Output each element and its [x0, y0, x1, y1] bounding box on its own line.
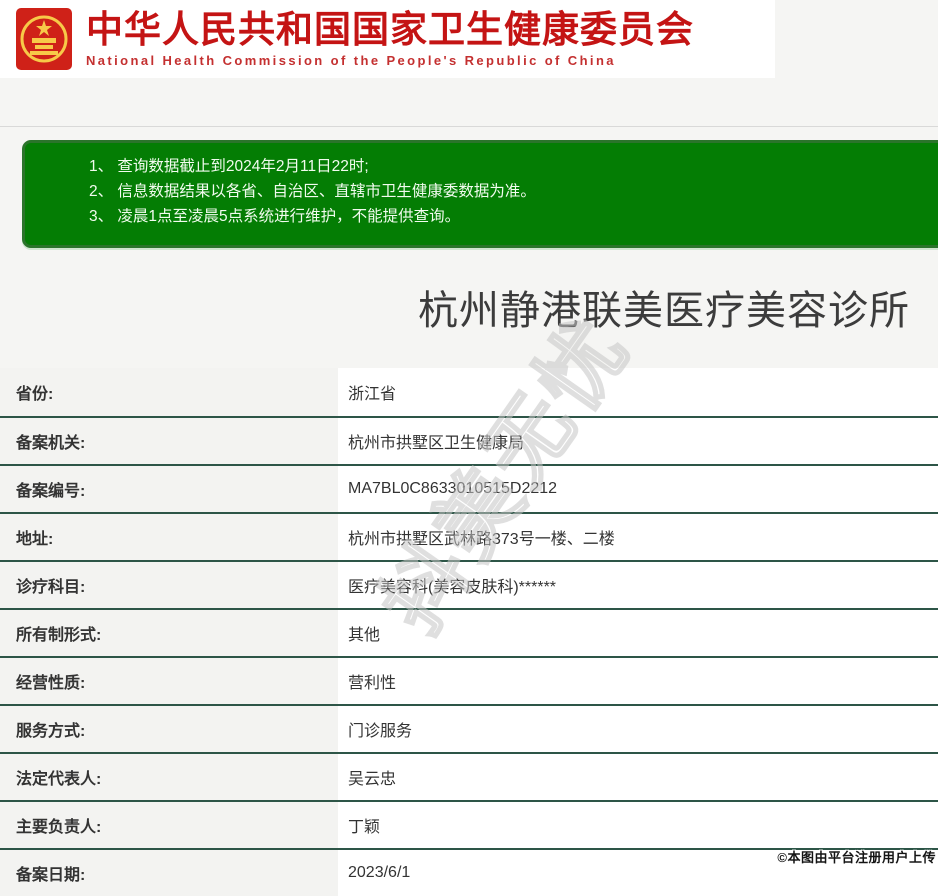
row-label: 主要负责人:	[0, 802, 338, 848]
row-value: 营利性	[348, 675, 397, 692]
row-value: 医疗美容科(美容皮肤科)******	[348, 579, 557, 596]
row-label: 地址:	[0, 514, 338, 560]
upload-credit-note: ©本图由平台注册用户上传	[777, 850, 936, 865]
china-national-emblem-icon	[16, 8, 72, 70]
table-row-province: 省份: 浙江省	[0, 368, 938, 416]
table-row-address: 地址: 杭州市拱墅区武林路373号一楼、二楼	[0, 512, 938, 560]
row-label: 备案日期:	[0, 850, 338, 896]
row-label: 经营性质:	[0, 658, 338, 704]
notice-line-3: 3、 凌晨1点至凌晨5点系统进行维护，不能提供查询。	[89, 208, 461, 225]
query-notice-panel: 1、 查询数据截止到2024年2月11日22时; 2、 信息数据结果以各省、自治…	[22, 140, 938, 248]
row-value: 丁颖	[348, 819, 381, 836]
site-header: 中华人民共和国国家卫生健康委员会 National Health Commiss…	[0, 0, 775, 78]
table-row-medical-subjects: 诊疗科目: 医疗美容科(美容皮肤科)******	[0, 560, 938, 608]
row-label: 省份:	[0, 368, 338, 416]
site-title-chinese: 中华人民共和国国家卫生健康委员会	[86, 9, 694, 50]
table-row-filing-authority: 备案机关: 杭州市拱墅区卫生健康局	[0, 416, 938, 464]
table-row-ownership-form: 所有制形式: 其他	[0, 608, 938, 656]
notice-line-1: 1、 查询数据截止到2024年2月11日22时;	[89, 158, 369, 175]
row-label: 诊疗科目:	[0, 562, 338, 608]
table-row-operating-nature: 经营性质: 营利性	[0, 656, 938, 704]
site-title-english: National Health Commission of the People…	[86, 53, 616, 68]
table-row-main-person-in-charge: 主要负责人: 丁颖	[0, 800, 938, 848]
row-label: 备案机关:	[0, 418, 338, 464]
row-label: 服务方式:	[0, 706, 338, 752]
row-label: 法定代表人:	[0, 754, 338, 800]
row-label: 备案编号:	[0, 466, 338, 512]
table-row-filing-number: 备案编号: MA7BL0C8633010515D2212	[0, 464, 938, 512]
registration-details-table: 省份: 浙江省 备案机关: 杭州市拱墅区卫生健康局 备案编号: MA7BL0C8…	[0, 368, 938, 896]
row-value: 杭州市拱墅区武林路373号一楼、二楼	[348, 531, 615, 548]
row-value: 浙江省	[348, 386, 397, 403]
row-label: 所有制形式:	[0, 610, 338, 656]
row-value: 吴云忠	[348, 771, 397, 788]
row-value: 其他	[348, 627, 381, 644]
row-value: 杭州市拱墅区卫生健康局	[348, 435, 525, 452]
clinic-name-title: 杭州静港联美医疗美容诊所	[418, 289, 910, 333]
row-value: MA7BL0C8633010515D2212	[348, 480, 558, 497]
header-divider	[0, 126, 938, 127]
table-row-service-mode: 服务方式: 门诊服务	[0, 704, 938, 752]
row-value: 门诊服务	[348, 723, 413, 740]
row-value: 2023/6/1	[348, 864, 411, 881]
header-titles: 中华人民共和国国家卫生健康委员会 National Health Commiss…	[86, 9, 694, 69]
notice-line-2: 2、 信息数据结果以各省、自治区、直辖市卫生健康委数据为准。	[89, 183, 536, 200]
table-row-legal-representative: 法定代表人: 吴云忠	[0, 752, 938, 800]
